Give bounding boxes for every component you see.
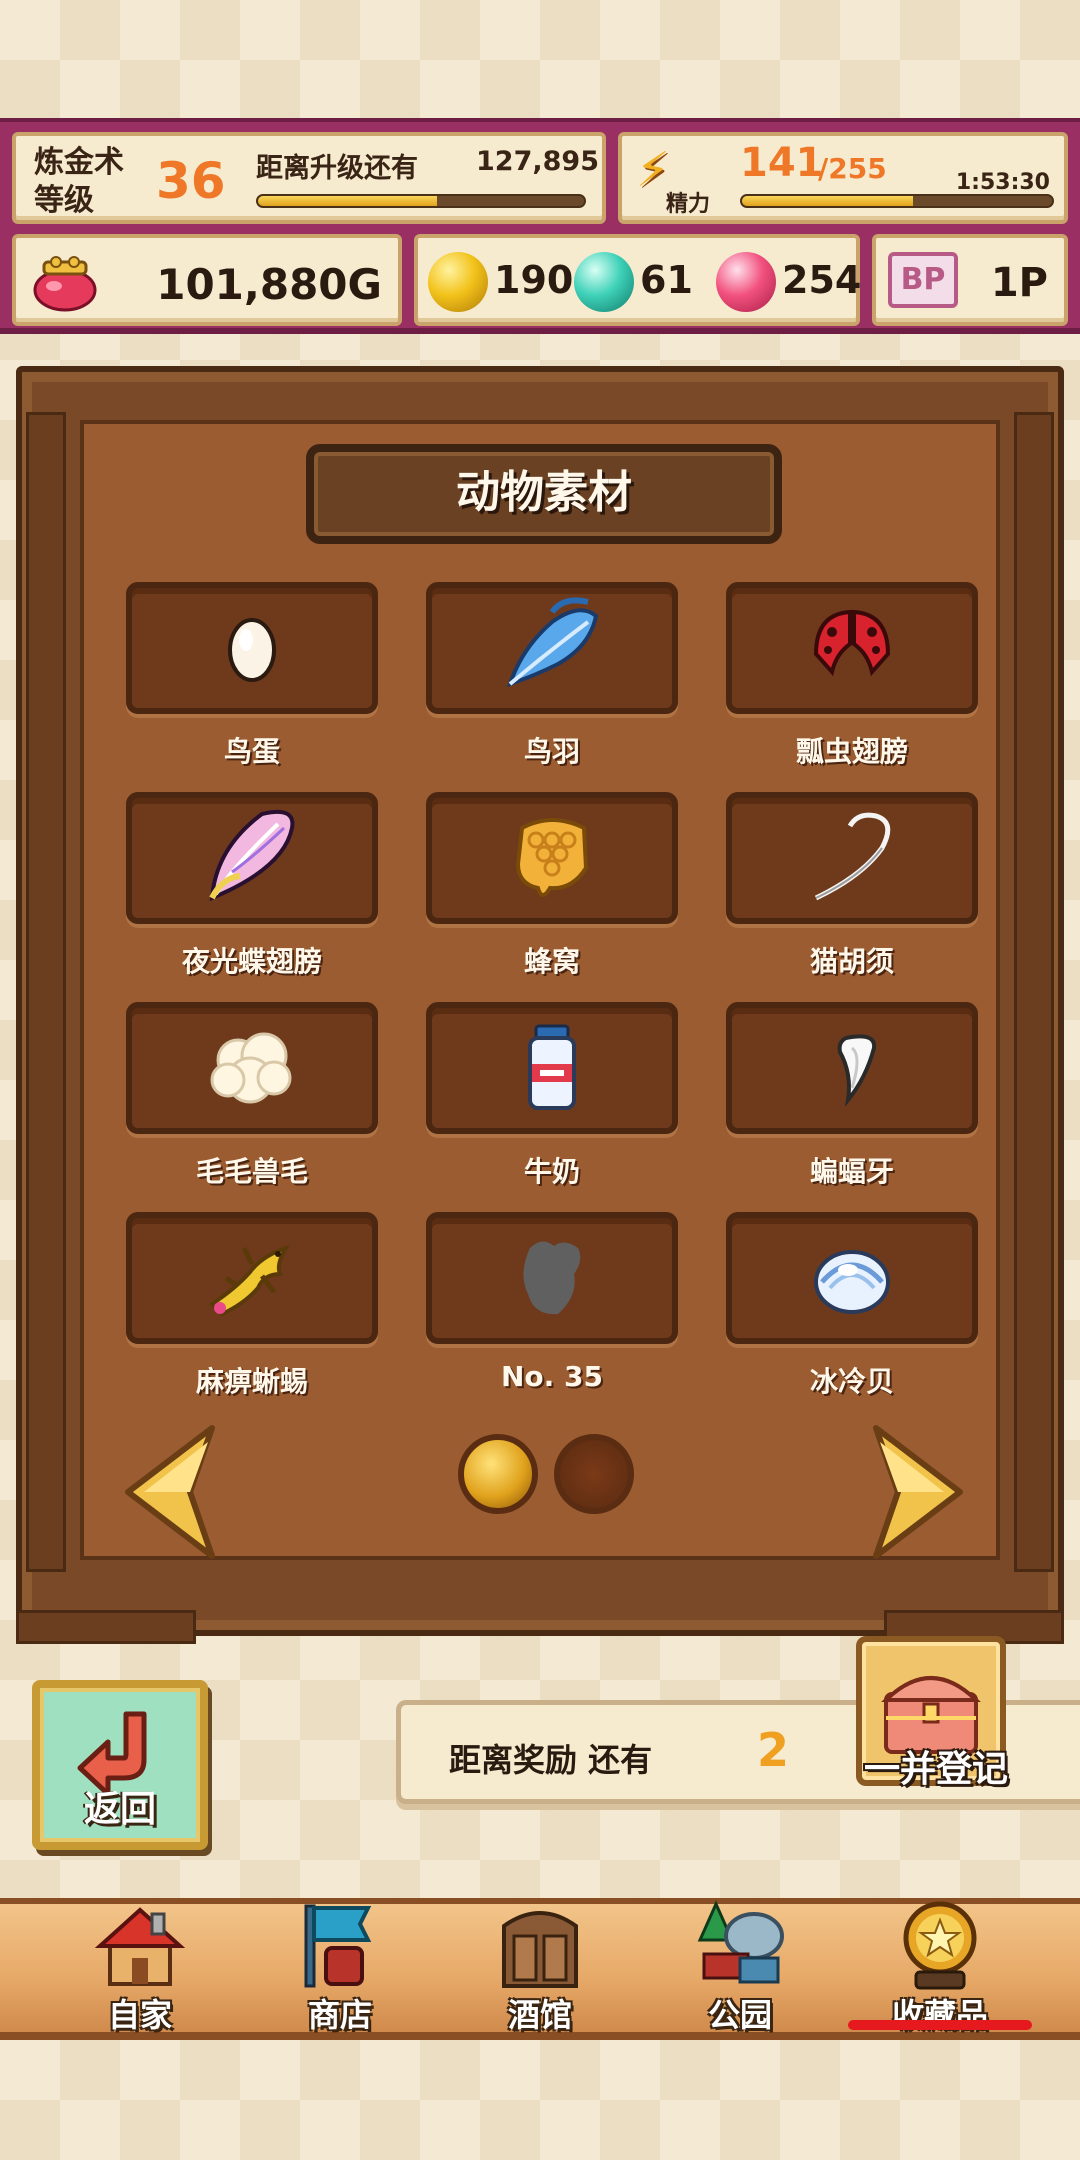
back-label: 返回 [83, 1789, 156, 1830]
item-name: 蝙蝠牙 [809, 1155, 894, 1188]
next-level-value: 127,895 [476, 146, 599, 177]
nav-label: 自家 [107, 1996, 172, 2034]
bottom-navigation: 自家 商店 酒馆 公园 收藏品 [0, 1898, 1080, 2040]
item-name: 毛毛兽毛 [195, 1155, 308, 1188]
gold-panel[interactable]: 101,880G [12, 234, 402, 326]
park-icon [697, 1900, 784, 1984]
nav-park[interactable]: 公园 [650, 1896, 830, 2046]
yellow-orb-count: 190 [494, 258, 574, 302]
shop-icon [304, 1904, 372, 1988]
whisker-icon [814, 812, 891, 901]
item-slot[interactable] [726, 582, 978, 714]
ladybug-wing-icon [813, 609, 891, 677]
page-indicator-2[interactable] [554, 1434, 634, 1514]
xp-progress-bar [256, 194, 586, 208]
item-slot[interactable] [426, 1002, 678, 1134]
energy-current: 141 [740, 140, 824, 186]
item-name: 鸟羽 [523, 735, 580, 768]
back-button[interactable]: 返回 [32, 1680, 208, 1850]
fur-icon [210, 1032, 292, 1104]
teal-orb-icon [574, 252, 634, 312]
cabinet-foot-left [16, 1610, 196, 1644]
energy-panel[interactable]: ⚡ 精力 141 /255 1:53:30 [618, 132, 1068, 224]
nav-label: 商店 [307, 1996, 372, 2034]
purse-icon [33, 256, 97, 312]
item-slot[interactable] [426, 792, 678, 924]
collection-cabinet: 动物素材 鸟蛋 鸟羽 瓢虫翅膀夜光蝶翅膀 蜂窝 猫胡须毛毛兽毛 牛奶 蝙蝠牙麻痹蜥蜴 No. … [16, 366, 1064, 1644]
unknown-silhouette-icon [523, 1241, 581, 1315]
item-name: 牛奶 [523, 1155, 580, 1188]
item-name: 麻痹蜥蜴 [195, 1365, 308, 1398]
nav-label: 公园 [707, 1996, 772, 2034]
item-slot[interactable] [126, 1002, 378, 1134]
butterfly-wing-icon [209, 809, 295, 902]
nav-tavern[interactable]: 酒馆 [450, 1896, 630, 2046]
xp-progress-fill [258, 196, 438, 206]
nav-label: 酒馆 [507, 1996, 572, 2034]
nav-home[interactable]: 自家 [50, 1896, 230, 2046]
bp-value: 1P [990, 260, 1048, 306]
energy-label: 精力 [666, 192, 711, 217]
collection-medal-icon [903, 1901, 977, 1990]
status-bar: 炼金术等级 36 距离升级还有 127,895 ⚡ 精力 141 /255 1:… [0, 118, 1080, 334]
cabinet-pillar-right [1014, 412, 1054, 1572]
active-tab-underline [848, 2020, 1032, 2030]
bp-panel[interactable]: BP 1P [872, 234, 1068, 326]
item-slot[interactable] [726, 792, 978, 924]
category-title: 动物素材 [306, 444, 782, 544]
alchemy-level-panel[interactable]: 炼金术等级 36 距离升级还有 127,895 [12, 132, 606, 224]
item-name: 瓢虫翅膀 [795, 735, 908, 768]
item-name: 蜂窝 [523, 945, 580, 978]
reward-count: 2 [757, 1723, 790, 1777]
fang-icon [837, 1034, 877, 1107]
item-name: 鸟蛋 [223, 735, 280, 768]
alchemy-level-label: 炼金术等级 [34, 145, 124, 218]
next-level-label: 距离升级还有 [256, 153, 418, 184]
energy-max: /255 [818, 152, 887, 185]
item-name: 猫胡须 [809, 945, 894, 978]
item-slot[interactable] [126, 582, 378, 714]
page-indicator-1[interactable] [458, 1434, 538, 1514]
honeycomb-icon [515, 818, 589, 897]
milk-icon [528, 1024, 576, 1110]
yellow-orb-icon [428, 252, 488, 312]
nav-shop[interactable]: 商店 [250, 1896, 430, 2046]
feather-icon [506, 597, 599, 688]
item-name: 夜光蝶翅膀 [181, 945, 322, 978]
energy-progress-bar [740, 194, 1054, 208]
alchemy-level-value: 36 [156, 152, 226, 210]
pink-orb-icon [716, 252, 776, 312]
item-slot[interactable] [426, 1212, 678, 1344]
bp-icon: BP [888, 252, 958, 308]
item-slot[interactable] [726, 1002, 978, 1134]
item-slot[interactable] [426, 582, 678, 714]
register-all-label: 一并登记 [863, 1749, 1008, 1790]
reward-label: 距离奖励 还有 [449, 1741, 653, 1779]
house-icon [94, 1907, 186, 1986]
item-slot[interactable] [126, 1212, 378, 1344]
lizard-icon [208, 1244, 291, 1317]
orbs-panel[interactable]: 190 61 254 [414, 234, 862, 326]
shell-icon [814, 1250, 890, 1314]
gold-value: 101,880G [156, 260, 382, 309]
pink-orb-count: 254 [782, 258, 862, 302]
item-name: 冰冷贝 [809, 1365, 894, 1398]
prev-page-arrow-icon[interactable] [120, 1422, 220, 1562]
teal-orb-count: 61 [640, 258, 693, 302]
energy-progress-fill [742, 196, 913, 206]
egg-icon [228, 618, 276, 682]
item-slot[interactable] [726, 1212, 978, 1344]
tavern-icon [502, 1911, 578, 1988]
cabinet-pillar-left [26, 412, 66, 1572]
lightning-icon: ⚡ [636, 142, 670, 198]
next-page-arrow-icon[interactable] [868, 1422, 968, 1562]
item-name: No. 35 [500, 1360, 604, 1393]
energy-timer: 1:53:30 [955, 170, 1050, 195]
item-slot[interactable] [126, 792, 378, 924]
